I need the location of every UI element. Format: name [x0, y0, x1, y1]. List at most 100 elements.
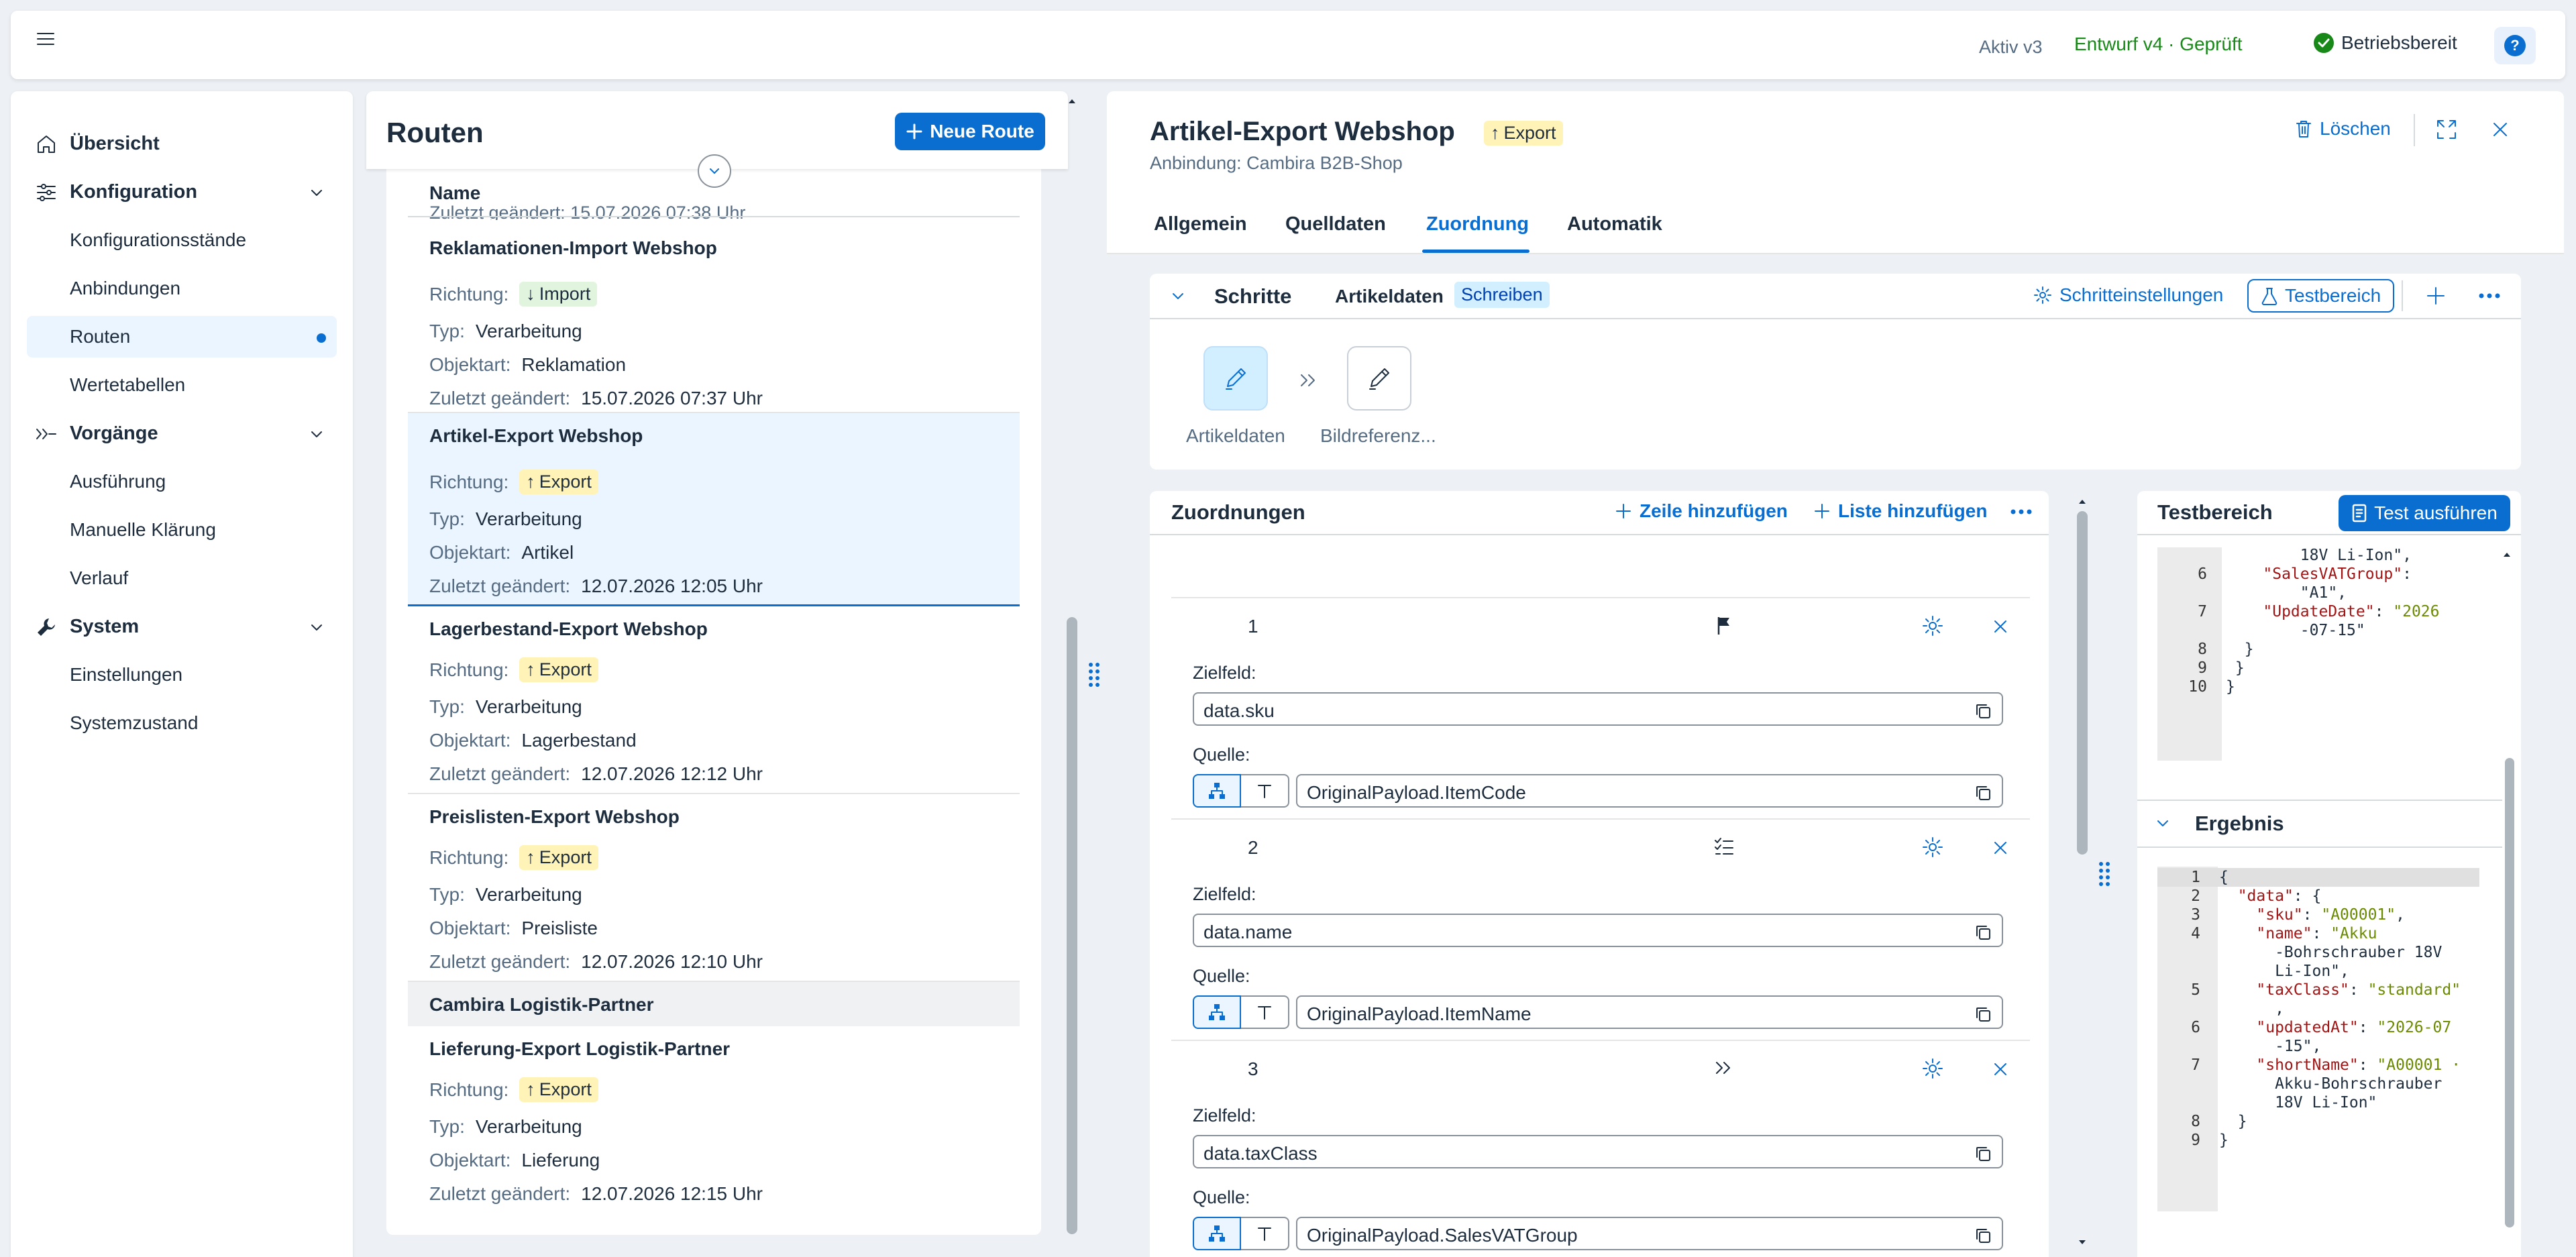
- source-input[interactable]: OriginalPayload.ItemName: [1296, 995, 2003, 1029]
- new-route-button[interactable]: Neue Route: [895, 113, 1045, 150]
- route-row-selected[interactable]: Artikel-Export Webshop Richtung: ↑ Export …: [408, 413, 1020, 606]
- scroll-down-icon[interactable]: [2077, 1237, 2088, 1248]
- header-separator: [2414, 114, 2415, 146]
- structure-icon[interactable]: [1193, 774, 1241, 808]
- copy-icon[interactable]: [1974, 1005, 1992, 1024]
- chevron-down-icon[interactable]: [309, 184, 325, 201]
- tab-mapping[interactable]: Zuordnung: [1426, 213, 1529, 235]
- draft-version[interactable]: Entwurf v4 · Geprüft: [2074, 34, 2243, 55]
- splitter-grip-icon[interactable]: [1085, 661, 1103, 688]
- fullscreen-icon[interactable]: [2435, 118, 2458, 141]
- add-row-button[interactable]: Zeile hinzufügen: [1614, 500, 1788, 522]
- text-icon[interactable]: [1241, 774, 1289, 808]
- nav-item-system[interactable]: System: [11, 606, 353, 647]
- source-input[interactable]: OriginalPayload.ItemCode: [1296, 774, 2003, 808]
- chevron-down-icon[interactable]: [2153, 814, 2172, 833]
- nav-item-settings[interactable]: Einstellungen: [11, 654, 353, 696]
- copy-icon[interactable]: [1974, 1144, 1992, 1163]
- splitter-grip-icon[interactable]: [2096, 860, 2113, 887]
- step-tile-article-data[interactable]: [1203, 346, 1268, 411]
- direction-value: Export: [539, 659, 592, 679]
- chevron-down-icon[interactable]: [1169, 287, 1187, 306]
- step-tile-image-reference[interactable]: [1347, 346, 1411, 411]
- tab-automation[interactable]: Automatik: [1567, 213, 1662, 235]
- direction-badge: ↑ Export: [519, 470, 598, 494]
- list-scrollbar[interactable]: [1067, 617, 1077, 1234]
- add-step-icon[interactable]: [2424, 284, 2447, 307]
- test-area-divider: [2137, 534, 2521, 535]
- nav-item-configuration[interactable]: Konfiguration: [11, 171, 353, 213]
- chevron-down-icon[interactable]: [309, 619, 325, 635]
- copy-icon[interactable]: [1974, 783, 1992, 802]
- type-label: Typ:: [429, 508, 465, 529]
- more-icon[interactable]: [2008, 504, 2034, 519]
- menu-icon[interactable]: [30, 23, 62, 55]
- target-field-input[interactable]: data.name: [1193, 914, 2003, 947]
- type-value: Verarbeitung: [475, 508, 582, 529]
- route-title: Lieferung-Export Logistik-Partner: [429, 1038, 731, 1059]
- text-icon[interactable]: [1241, 995, 1289, 1029]
- delete-button[interactable]: Löschen: [2294, 118, 2391, 140]
- nav-item-processes[interactable]: Vorgänge: [11, 413, 353, 454]
- target-field-input[interactable]: data.sku: [1193, 692, 2003, 726]
- collapse-header-button[interactable]: [698, 154, 731, 188]
- source-input[interactable]: OriginalPayload.SalesVATGroup: [1296, 1217, 2003, 1250]
- test-area-scrollbar[interactable]: [2505, 758, 2514, 1227]
- test-area-button[interactable]: Testbereich: [2247, 279, 2395, 313]
- nav-item-overview[interactable]: Übersicht: [11, 123, 353, 164]
- route-row[interactable]: Reklamationen-Import Webshop Richtung: ↓ I…: [408, 225, 1020, 413]
- step-settings-button[interactable]: Schritteinstellungen: [2033, 284, 2223, 306]
- source-mode-toggle[interactable]: [1193, 995, 1289, 1029]
- gear-icon[interactable]: [1921, 1057, 1944, 1080]
- scroll-up-icon[interactable]: [1067, 96, 1077, 107]
- remove-icon[interactable]: [1991, 838, 2010, 857]
- nav-item-manual-clarification[interactable]: Manuelle Klärung: [11, 509, 353, 551]
- target-field-input[interactable]: data.taxClass: [1193, 1135, 2003, 1168]
- code-line: "shortName": "A00001 ·: [2256, 1056, 2461, 1074]
- active-version: Aktiv v3: [1979, 37, 2043, 57]
- run-test-button[interactable]: Test ausführen: [2339, 495, 2510, 531]
- nav-item-history[interactable]: Verlauf: [11, 557, 353, 599]
- copy-icon[interactable]: [1974, 1226, 1992, 1245]
- gear-icon[interactable]: [1921, 836, 1944, 859]
- nav-item-system-health[interactable]: Systemzustand: [11, 702, 353, 744]
- remove-icon[interactable]: [1991, 617, 2010, 636]
- text-icon[interactable]: [1241, 1217, 1289, 1250]
- more-icon[interactable]: [2477, 288, 2502, 303]
- group-title: Cambira Logistik-Partner: [429, 994, 654, 1015]
- mappings-scrollbar[interactable]: [2077, 511, 2088, 855]
- object-value: Lagerbestand: [521, 730, 637, 751]
- add-list-button[interactable]: Liste hinzufügen: [1813, 500, 1987, 522]
- source-mode-toggle[interactable]: [1193, 774, 1289, 808]
- nav-item-value-tables[interactable]: Wertetabellen: [11, 364, 353, 406]
- structure-icon[interactable]: [1193, 995, 1241, 1029]
- close-icon[interactable]: [2490, 119, 2510, 140]
- column-header-name[interactable]: Name: [429, 182, 480, 204]
- help-button[interactable]: ?: [2494, 27, 2536, 64]
- scroll-up-icon[interactable]: [2077, 496, 2088, 507]
- remove-icon[interactable]: [1991, 1060, 2010, 1079]
- tab-source-data[interactable]: Quelldaten: [1285, 213, 1386, 235]
- scroll-up-icon[interactable]: [2502, 550, 2512, 559]
- test-area-label: Testbereich: [2285, 285, 2381, 306]
- nav-item-routes[interactable]: Routen: [11, 316, 353, 358]
- route-row[interactable]: Preislisten-Export Webshop Richtung: ↑ Exp…: [408, 794, 1020, 982]
- chevron-down-icon[interactable]: [309, 426, 325, 442]
- nav-item-connections[interactable]: Anbindungen: [11, 268, 353, 309]
- gear-icon[interactable]: [1921, 614, 1944, 637]
- source-mode-toggle[interactable]: [1193, 1217, 1289, 1250]
- step1-label: Artikeldaten: [1186, 425, 1285, 446]
- edit-icon: [1221, 364, 1250, 393]
- route-row[interactable]: Lieferung-Export Logistik-Partner Richtu…: [408, 1026, 1020, 1221]
- arrow-up-icon: ↑: [526, 847, 535, 867]
- copy-icon[interactable]: [1974, 923, 1992, 942]
- route-row[interactable]: Lagerbestand-Export Webshop Richtung: ↑ Ex…: [408, 606, 1020, 794]
- tab-general[interactable]: Allgemein: [1154, 213, 1247, 235]
- structure-icon[interactable]: [1193, 1217, 1241, 1250]
- nav-item-config-states[interactable]: Konfigurationsstände: [11, 219, 353, 261]
- line-number: 2: [2191, 887, 2200, 905]
- nav-item-execution[interactable]: Ausführung: [11, 461, 353, 502]
- object-value: Reklamation: [521, 354, 627, 375]
- direction-label: Richtung:: [429, 283, 509, 305]
- copy-icon[interactable]: [1974, 702, 1992, 720]
